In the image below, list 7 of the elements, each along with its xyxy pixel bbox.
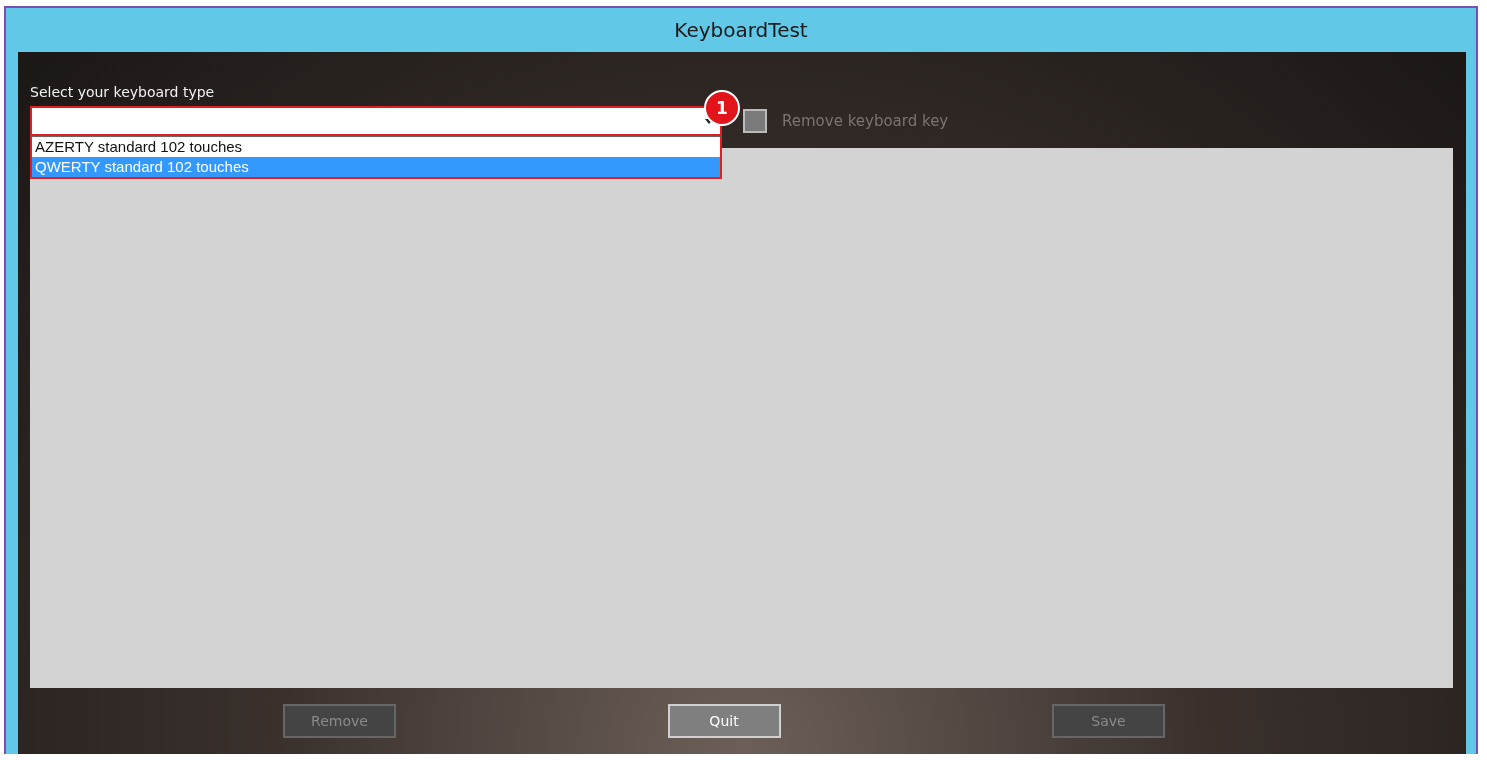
- callout-badge: 1: [704, 90, 740, 126]
- action-button[interactable]: Quit: [667, 704, 781, 738]
- dropdown-option[interactable]: QWERTY standard 102 touches: [32, 157, 720, 177]
- dropdown-option[interactable]: AZERTY standard 102 touches: [32, 137, 720, 157]
- keyboard-type-label: Select your keyboard type: [30, 84, 216, 102]
- window-title: KeyboardTest: [674, 18, 808, 42]
- checkbox-label: Remove keyboard key: [782, 112, 949, 130]
